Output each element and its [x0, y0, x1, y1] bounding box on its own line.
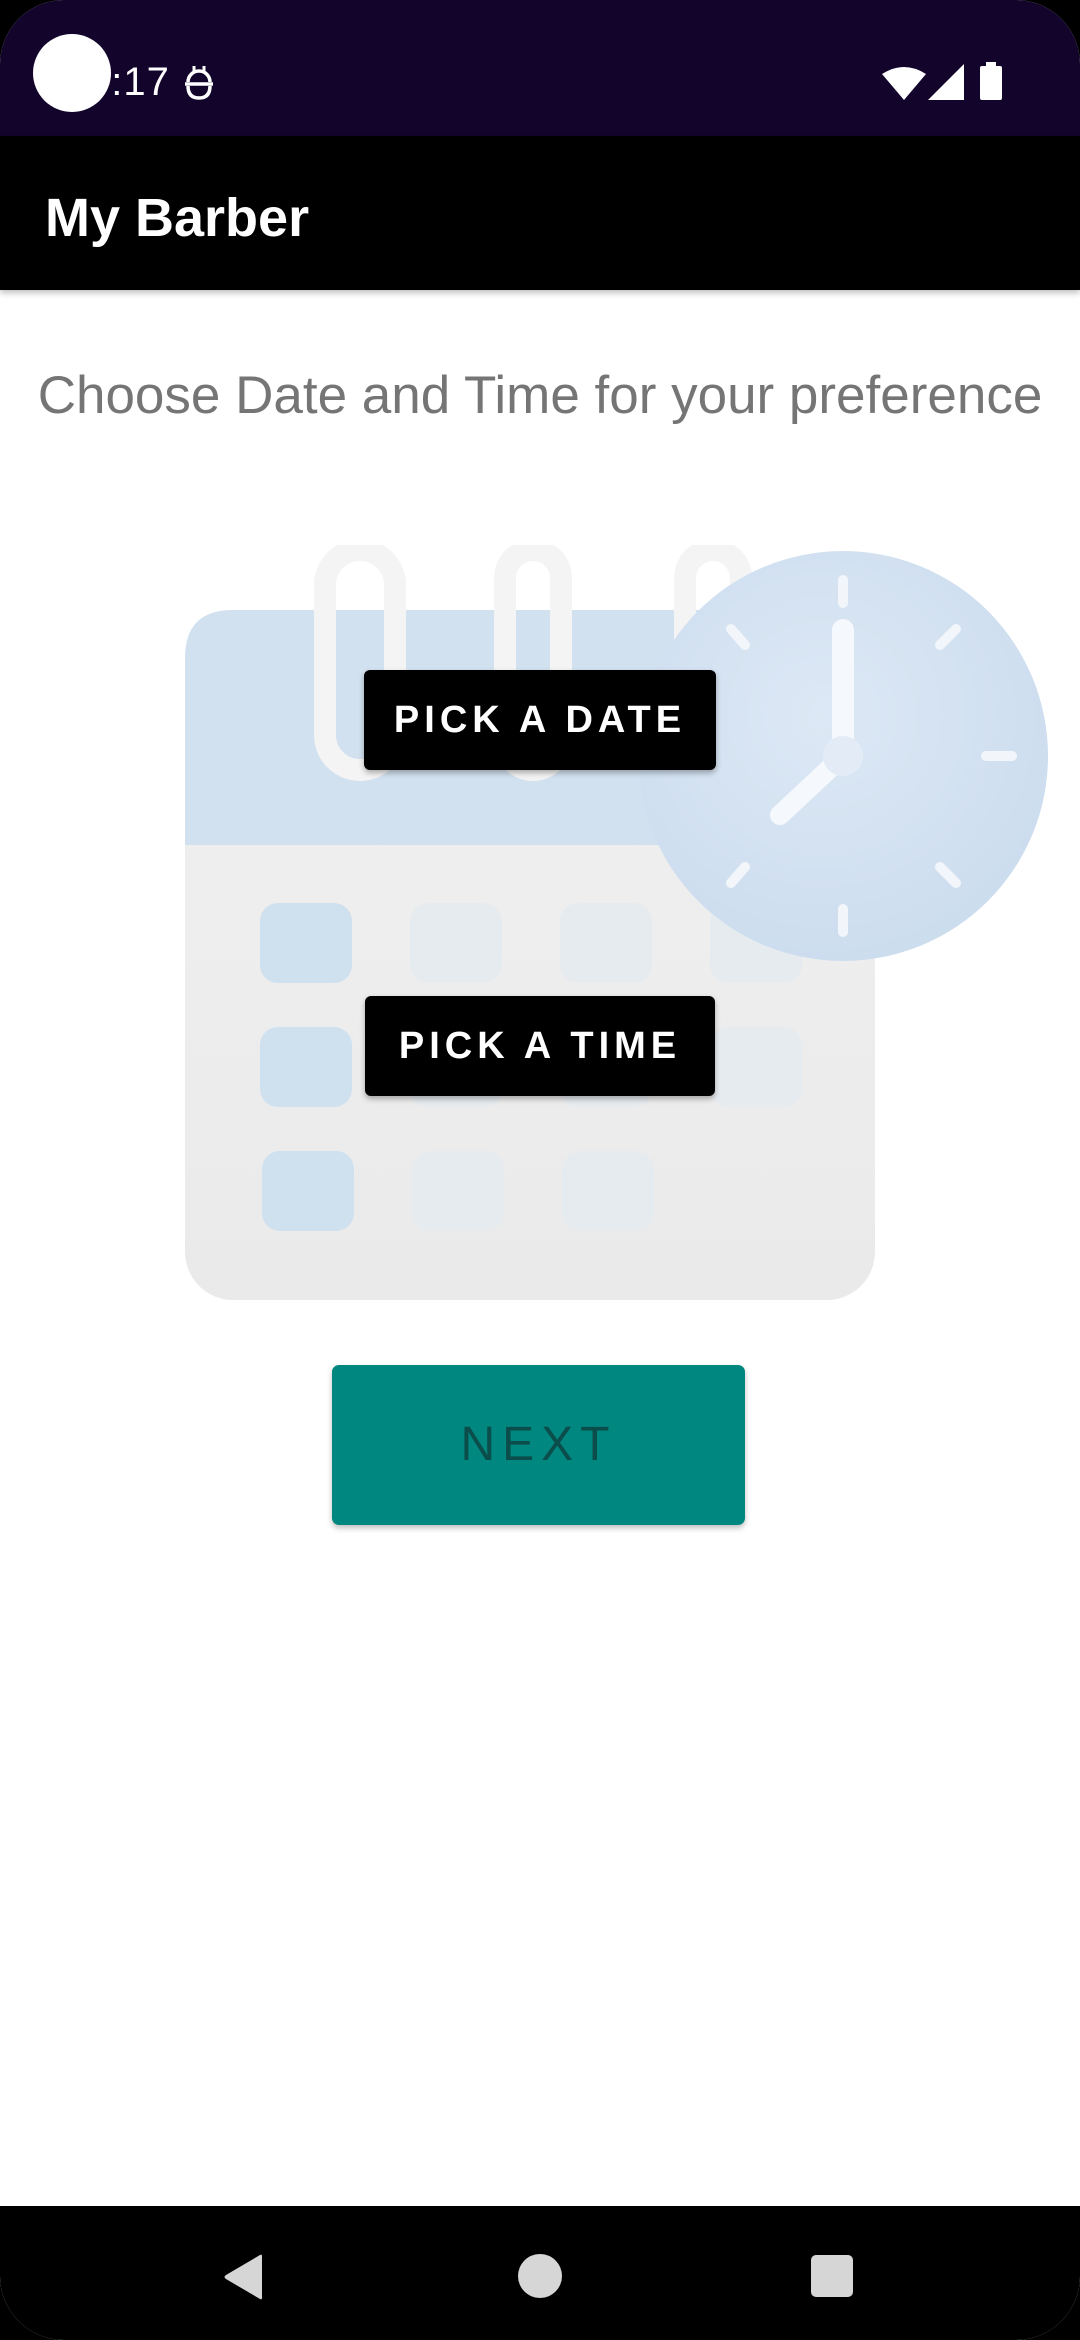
status-bar: 7:17 [0, 0, 1080, 136]
app-bar: My Barber [0, 136, 1080, 290]
next-button[interactable]: NEXT [332, 1365, 745, 1525]
navigation-bar [0, 2206, 1080, 2340]
home-icon[interactable] [518, 2254, 562, 2298]
recents-icon[interactable] [811, 2255, 853, 2297]
back-icon[interactable] [222, 2254, 264, 2300]
signal-icon [928, 64, 964, 100]
battery-icon [980, 62, 1002, 100]
camera-cutout [33, 34, 111, 112]
app-title: My Barber [45, 188, 310, 248]
app-screen: 7:17 My Barber Choose Date and Time for … [0, 0, 1080, 2340]
notification-icon [185, 66, 213, 100]
page-prompt: Choose Date and Time for your preference [37, 366, 1043, 425]
pick-date-button[interactable]: PICK A DATE [364, 670, 716, 770]
calendar-clock-illustration [185, 545, 1048, 1300]
pick-time-button[interactable]: PICK A TIME [365, 996, 715, 1096]
wifi-icon [882, 67, 926, 100]
